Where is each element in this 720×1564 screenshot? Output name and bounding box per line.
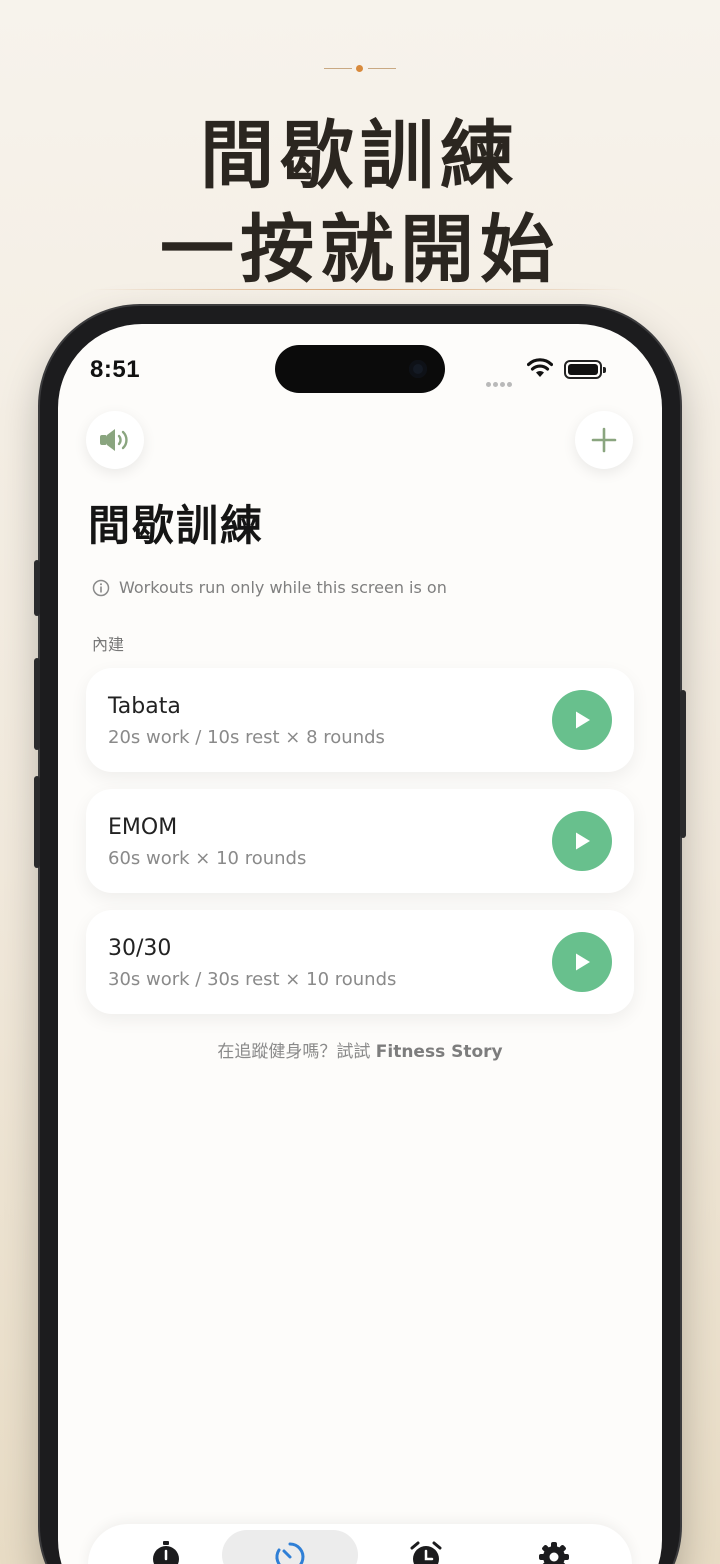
wifi-icon (527, 358, 553, 377)
play-icon (576, 832, 590, 850)
dynamic-island (275, 345, 445, 393)
workout-card-30-30[interactable]: 30/30 30s work / 30s rest × 10 rounds (86, 910, 634, 1014)
tab-bar (88, 1524, 632, 1564)
info-icon (92, 579, 110, 596)
play-icon (576, 953, 590, 971)
promo-divider (90, 289, 630, 290)
add-workout-button[interactable] (575, 411, 633, 469)
promo-headline-line1: 間歇訓練 (200, 113, 520, 199)
alarm-icon (410, 1541, 442, 1564)
plus-icon (591, 427, 617, 453)
workout-detail: 30s work / 30s rest × 10 rounds (108, 969, 397, 990)
tab-alarm[interactable] (358, 1524, 494, 1564)
phone-volume-up-button (34, 658, 40, 750)
screen-on-notice: Workouts run only while this screen is o… (92, 578, 447, 597)
stopwatch-icon (153, 1541, 179, 1564)
play-button[interactable] (552, 811, 612, 871)
phone-power-button (680, 690, 686, 838)
footer-brand: Fitness Story (375, 1042, 503, 1062)
section-label-builtin: 內建 (92, 635, 125, 654)
notice-text: Workouts run only while this screen is o… (119, 578, 447, 597)
status-time: 8:51 (90, 356, 141, 383)
play-button[interactable] (552, 690, 612, 750)
workout-card-emom[interactable]: EMOM 60s work × 10 rounds (86, 789, 634, 893)
battery-icon (564, 360, 606, 379)
sound-toggle-button[interactable] (86, 411, 144, 469)
tab-interval-timer[interactable] (222, 1530, 358, 1564)
play-icon (576, 711, 590, 729)
workout-card-tabata[interactable]: Tabata 20s work / 10s rest × 8 rounds (86, 668, 634, 772)
play-button[interactable] (552, 932, 612, 992)
phone-volume-down-button (34, 776, 40, 868)
cellular-signal-icon (486, 372, 514, 391)
fitness-story-link[interactable]: 在追蹤健身嗎？試試 Fitness Story (0, 1037, 720, 1062)
workout-name: EMOM (108, 815, 178, 840)
page-title: 間歇訓練 (88, 501, 265, 550)
workout-detail: 20s work / 10s rest × 8 rounds (108, 727, 385, 748)
tab-settings[interactable] (486, 1524, 622, 1564)
phone-action-button (34, 560, 40, 616)
gear-icon (539, 1542, 569, 1564)
workout-detail: 60s work × 10 rounds (108, 848, 307, 869)
camera-icon (409, 360, 427, 378)
tab-stopwatch[interactable] (98, 1524, 234, 1564)
footer-prefix: 在追蹤健身嗎？試試 (217, 1042, 376, 1062)
ornament-divider (320, 62, 400, 76)
workout-name: Tabata (108, 694, 181, 719)
promo-headline-line2: 一按就開始 (160, 207, 560, 293)
workout-name: 30/30 (108, 936, 172, 961)
timer-icon (275, 1542, 305, 1564)
speaker-icon (100, 429, 128, 451)
